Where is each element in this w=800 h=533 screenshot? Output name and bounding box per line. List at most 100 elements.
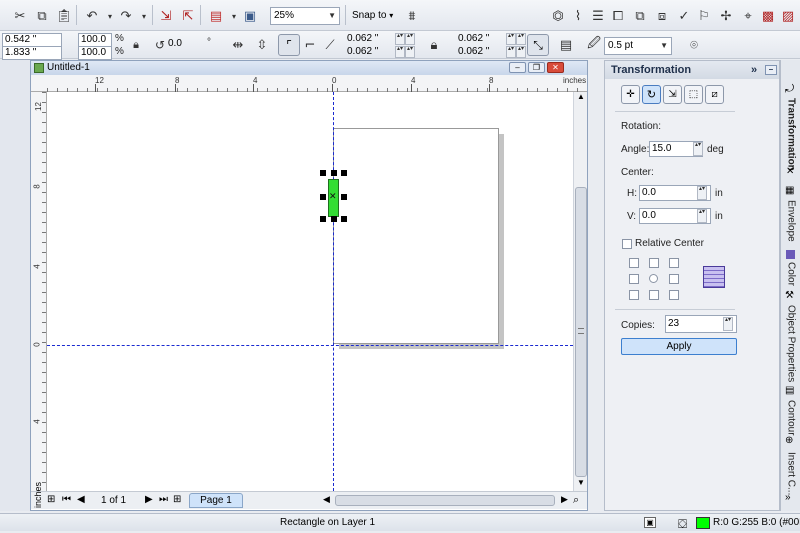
horizontal-scroll-thumb[interactable] bbox=[335, 495, 555, 506]
horizontal-ruler[interactable]: 12 8 4 0 4 8 inches bbox=[31, 75, 587, 92]
tab-color[interactable]: Color bbox=[783, 262, 799, 292]
anchor-top-center[interactable] bbox=[649, 258, 659, 268]
expand-icon[interactable]: » bbox=[751, 61, 757, 79]
selection-handle[interactable] bbox=[320, 216, 326, 222]
publish-pdf-icon[interactable]: ▤ bbox=[206, 6, 226, 26]
edit-corners-together-icon[interactable]: 🔒︎ bbox=[424, 35, 444, 55]
spin-button[interactable]: ▴▾ bbox=[405, 33, 415, 45]
relative-center-checkbox[interactable] bbox=[622, 239, 632, 249]
scale-x-field[interactable]: 100.0 bbox=[78, 33, 112, 47]
scroll-right-icon[interactable]: ▶ bbox=[561, 494, 568, 505]
minimize-docker-button[interactable]: – bbox=[765, 65, 777, 75]
redo-icon[interactable]: ↷ bbox=[116, 6, 136, 26]
minimize-button[interactable]: – bbox=[509, 62, 526, 73]
outline-to-object-icon[interactable]: ▨ bbox=[778, 6, 798, 26]
spin-button[interactable]: ▴▾ bbox=[506, 33, 516, 45]
close-button[interactable]: ✕ bbox=[547, 62, 564, 73]
anchor-bottom-left[interactable] bbox=[629, 290, 639, 300]
anchor-bottom-right[interactable] bbox=[669, 290, 679, 300]
trim-icon[interactable]: ⧈ bbox=[652, 6, 672, 26]
selection-handle[interactable] bbox=[320, 170, 326, 176]
scroll-down-icon[interactable]: ▼ bbox=[575, 478, 587, 490]
tab-page-1[interactable]: Page 1 bbox=[189, 493, 243, 508]
lock-ratio-icon[interactable]: 🔒︎ bbox=[126, 35, 146, 55]
anchor-top-right[interactable] bbox=[669, 258, 679, 268]
skew-mode-button[interactable]: ⧄ bbox=[705, 85, 724, 104]
vertical-scrollbar[interactable]: ▲ ▼ bbox=[573, 92, 587, 491]
wrap-text-icon[interactable]: ▤ bbox=[556, 35, 576, 55]
rotate-mode-button[interactable]: ↻ bbox=[642, 85, 661, 104]
spin-button[interactable]: ▴▾ bbox=[395, 46, 405, 58]
combine-icon[interactable]: ⏣ bbox=[548, 6, 568, 26]
relative-corner-scaling-button[interactable]: ⤡ bbox=[527, 34, 549, 56]
anchor-center[interactable] bbox=[649, 274, 658, 283]
position-y-field[interactable]: 1.833 " bbox=[2, 46, 62, 60]
redo-dropdown-icon[interactable]: ▾ bbox=[134, 6, 154, 26]
rotation-angle-field[interactable]: 0.0 bbox=[166, 38, 202, 52]
mirror-vertical-icon[interactable]: ⇳ bbox=[252, 35, 272, 55]
anchor-middle-right[interactable] bbox=[669, 274, 679, 284]
corner-radius-top-right[interactable]: 0.062 " bbox=[456, 33, 504, 47]
last-page-icon[interactable]: ⏭ bbox=[159, 494, 168, 505]
convert-to-curves-icon[interactable]: ▩ bbox=[758, 6, 778, 26]
add-page-after-icon[interactable]: ⊞ bbox=[173, 494, 181, 505]
first-page-icon[interactable]: ⏮ bbox=[62, 494, 71, 505]
round-corner-button[interactable]: ⌜ bbox=[278, 34, 300, 56]
selection-handle[interactable] bbox=[320, 194, 326, 200]
document-info-icon[interactable]: ▣ bbox=[644, 517, 656, 528]
selection-handle[interactable] bbox=[331, 216, 337, 222]
selection-handle[interactable] bbox=[331, 170, 337, 176]
ungroup-icon[interactable]: ⧠ bbox=[608, 6, 628, 26]
drawing-canvas[interactable]: ✕ bbox=[47, 92, 573, 491]
cut-icon[interactable]: ✂ bbox=[10, 6, 30, 26]
fill-color-swatch[interactable] bbox=[696, 517, 710, 529]
distribute-icon[interactable]: ⌖ bbox=[738, 6, 758, 26]
scroll-thumb[interactable] bbox=[575, 187, 587, 477]
apply-button[interactable]: Apply bbox=[621, 338, 737, 355]
group-icon[interactable]: ☰ bbox=[588, 6, 608, 26]
simplify-icon[interactable]: ⚐ bbox=[694, 6, 714, 26]
scroll-up-icon[interactable]: ▲ bbox=[575, 92, 587, 104]
convert-to-curves-icon[interactable]: ⌾ bbox=[684, 35, 704, 55]
vertical-ruler[interactable]: 12 8 4 0 4 bbox=[31, 92, 47, 491]
position-mode-button[interactable]: ✛ bbox=[621, 85, 640, 104]
scale-mode-button[interactable]: ⇲ bbox=[663, 85, 682, 104]
anchor-middle-left[interactable] bbox=[629, 274, 639, 284]
spin-button[interactable]: ▴▾ bbox=[405, 46, 415, 58]
undo-icon[interactable]: ↶ bbox=[82, 6, 102, 26]
welcome-screen-icon[interactable]: ▣ bbox=[240, 6, 260, 26]
position-x-field[interactable]: 0.542 " bbox=[2, 33, 62, 47]
selection-handle[interactable] bbox=[341, 216, 347, 222]
selection-handle[interactable] bbox=[341, 194, 347, 200]
outline-width-select[interactable]: 0.5 pt ▼ bbox=[604, 37, 672, 55]
scale-y-field[interactable]: 100.0 bbox=[78, 46, 112, 60]
previous-page-icon[interactable]: ◀ bbox=[77, 494, 85, 505]
mirror-horizontal-icon[interactable]: ⇹ bbox=[228, 35, 248, 55]
size-mode-button[interactable]: ⬚ bbox=[684, 85, 703, 104]
selection-handle[interactable] bbox=[341, 170, 347, 176]
corner-radius-bottom-right[interactable]: 0.062 " bbox=[456, 46, 504, 60]
spin-button[interactable]: ▴▾ bbox=[516, 46, 526, 58]
center-v-spinner[interactable]: ▴▾ bbox=[697, 209, 707, 223]
import-icon[interactable]: ⇲ bbox=[156, 6, 176, 26]
intersect-icon[interactable]: ✓ bbox=[674, 6, 694, 26]
center-h-spinner[interactable]: ▴▾ bbox=[697, 186, 707, 200]
copies-spinner[interactable]: ▴▾ bbox=[723, 317, 733, 331]
angle-spinner[interactable]: ▴▾ bbox=[693, 142, 703, 156]
restore-button[interactable]: ❐ bbox=[528, 62, 545, 73]
anchor-bottom-center[interactable] bbox=[649, 290, 659, 300]
navigator-icon[interactable]: ⌕ bbox=[573, 493, 579, 507]
horizontal-guideline[interactable] bbox=[47, 345, 573, 346]
add-page-before-icon[interactable]: ⊞ bbox=[47, 494, 55, 505]
chamfered-corner-icon[interactable]: ⟋ bbox=[320, 35, 340, 55]
vertical-guideline[interactable] bbox=[333, 92, 334, 491]
scroll-left-icon[interactable]: ◀ bbox=[323, 494, 330, 505]
weld-icon[interactable]: ⧉ bbox=[630, 6, 650, 26]
break-apart-icon[interactable]: ⌇ bbox=[568, 6, 588, 26]
corner-radius-top-left[interactable]: 0.062 " bbox=[345, 33, 393, 47]
copy-icon[interactable]: ⧉ bbox=[32, 6, 52, 26]
paste-icon[interactable]: 📋︎ bbox=[54, 6, 74, 26]
spin-button[interactable]: ▴▾ bbox=[395, 33, 405, 45]
zoom-level-select[interactable]: 25% ▼ bbox=[270, 7, 340, 25]
anchor-top-left[interactable] bbox=[629, 258, 639, 268]
